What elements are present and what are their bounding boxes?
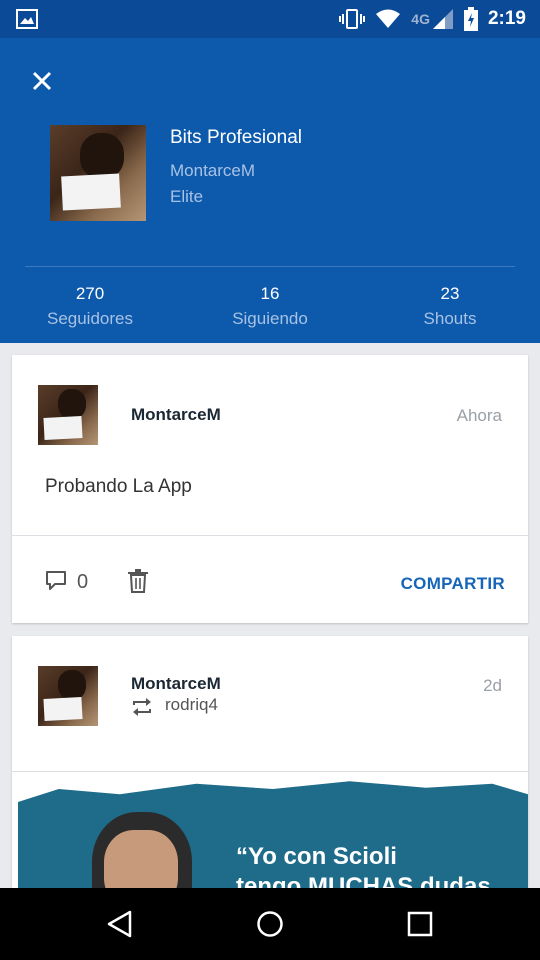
repost-icon [133, 698, 151, 716]
stat-shouts-value: 23 [440, 284, 460, 303]
comment-count: 0 [77, 571, 89, 593]
post-divider [12, 535, 528, 536]
post-text: Probando La App [45, 476, 192, 497]
stat-followers-value: 270 [75, 284, 105, 303]
post-time: 2d [483, 676, 502, 695]
close-icon[interactable] [26, 65, 58, 97]
post-card[interactable]: MontarceM 2d rodriq4 “Yo con Scioli teng… [12, 636, 528, 896]
profile-display-name: Bits Profesional [170, 127, 303, 148]
profile-level: Elite [170, 187, 204, 206]
stat-following[interactable]: 16 Siguiendo [180, 284, 360, 329]
status-bar: 4G 2:19 [0, 0, 540, 38]
wifi-icon [376, 9, 401, 28]
reposted-from-user[interactable]: rodriq4 [165, 695, 218, 715]
navigation-bar [0, 888, 540, 960]
stat-shouts-label: Shouts [423, 309, 477, 328]
recents-icon[interactable] [407, 911, 433, 937]
post-author-avatar[interactable] [38, 385, 98, 445]
profile-username: MontarceM [170, 161, 256, 180]
clock: 2:19 [487, 8, 526, 29]
header-divider [25, 266, 515, 267]
comment-icon[interactable] [45, 570, 67, 592]
post-time: Ahora [456, 406, 502, 425]
stat-followers[interactable]: 270 Seguidores [0, 284, 180, 329]
back-icon[interactable] [106, 910, 134, 938]
post-author[interactable]: MontarceM [131, 674, 221, 694]
network-type: 4G [411, 11, 430, 27]
post-image[interactable]: “Yo con Scioli tengo MUCHAS dudas [12, 772, 528, 896]
stat-followers-label: Seguidores [46, 309, 133, 328]
post-author-avatar[interactable] [38, 666, 98, 726]
vibrate-icon [339, 9, 366, 29]
post-author[interactable]: MontarceM [131, 405, 221, 425]
image-quote-line1: “Yo con Scioli [236, 843, 397, 870]
profile-header: Bits Profesional MontarceM Elite 270 Seg… [0, 38, 540, 343]
post-card[interactable]: MontarceM Ahora Probando La App 0 COMPAR… [12, 355, 528, 623]
share-button[interactable]: COMPARTIR [401, 574, 505, 594]
profile-avatar [50, 125, 146, 221]
stat-following-label: Siguiendo [232, 309, 308, 328]
stat-shouts[interactable]: 23 Shouts [360, 284, 540, 329]
stat-following-value: 16 [260, 284, 280, 303]
signal-icon [432, 9, 453, 29]
home-icon[interactable] [256, 910, 284, 938]
battery-icon [463, 7, 478, 31]
image-notification-icon [16, 9, 38, 29]
trash-icon[interactable] [127, 569, 149, 593]
